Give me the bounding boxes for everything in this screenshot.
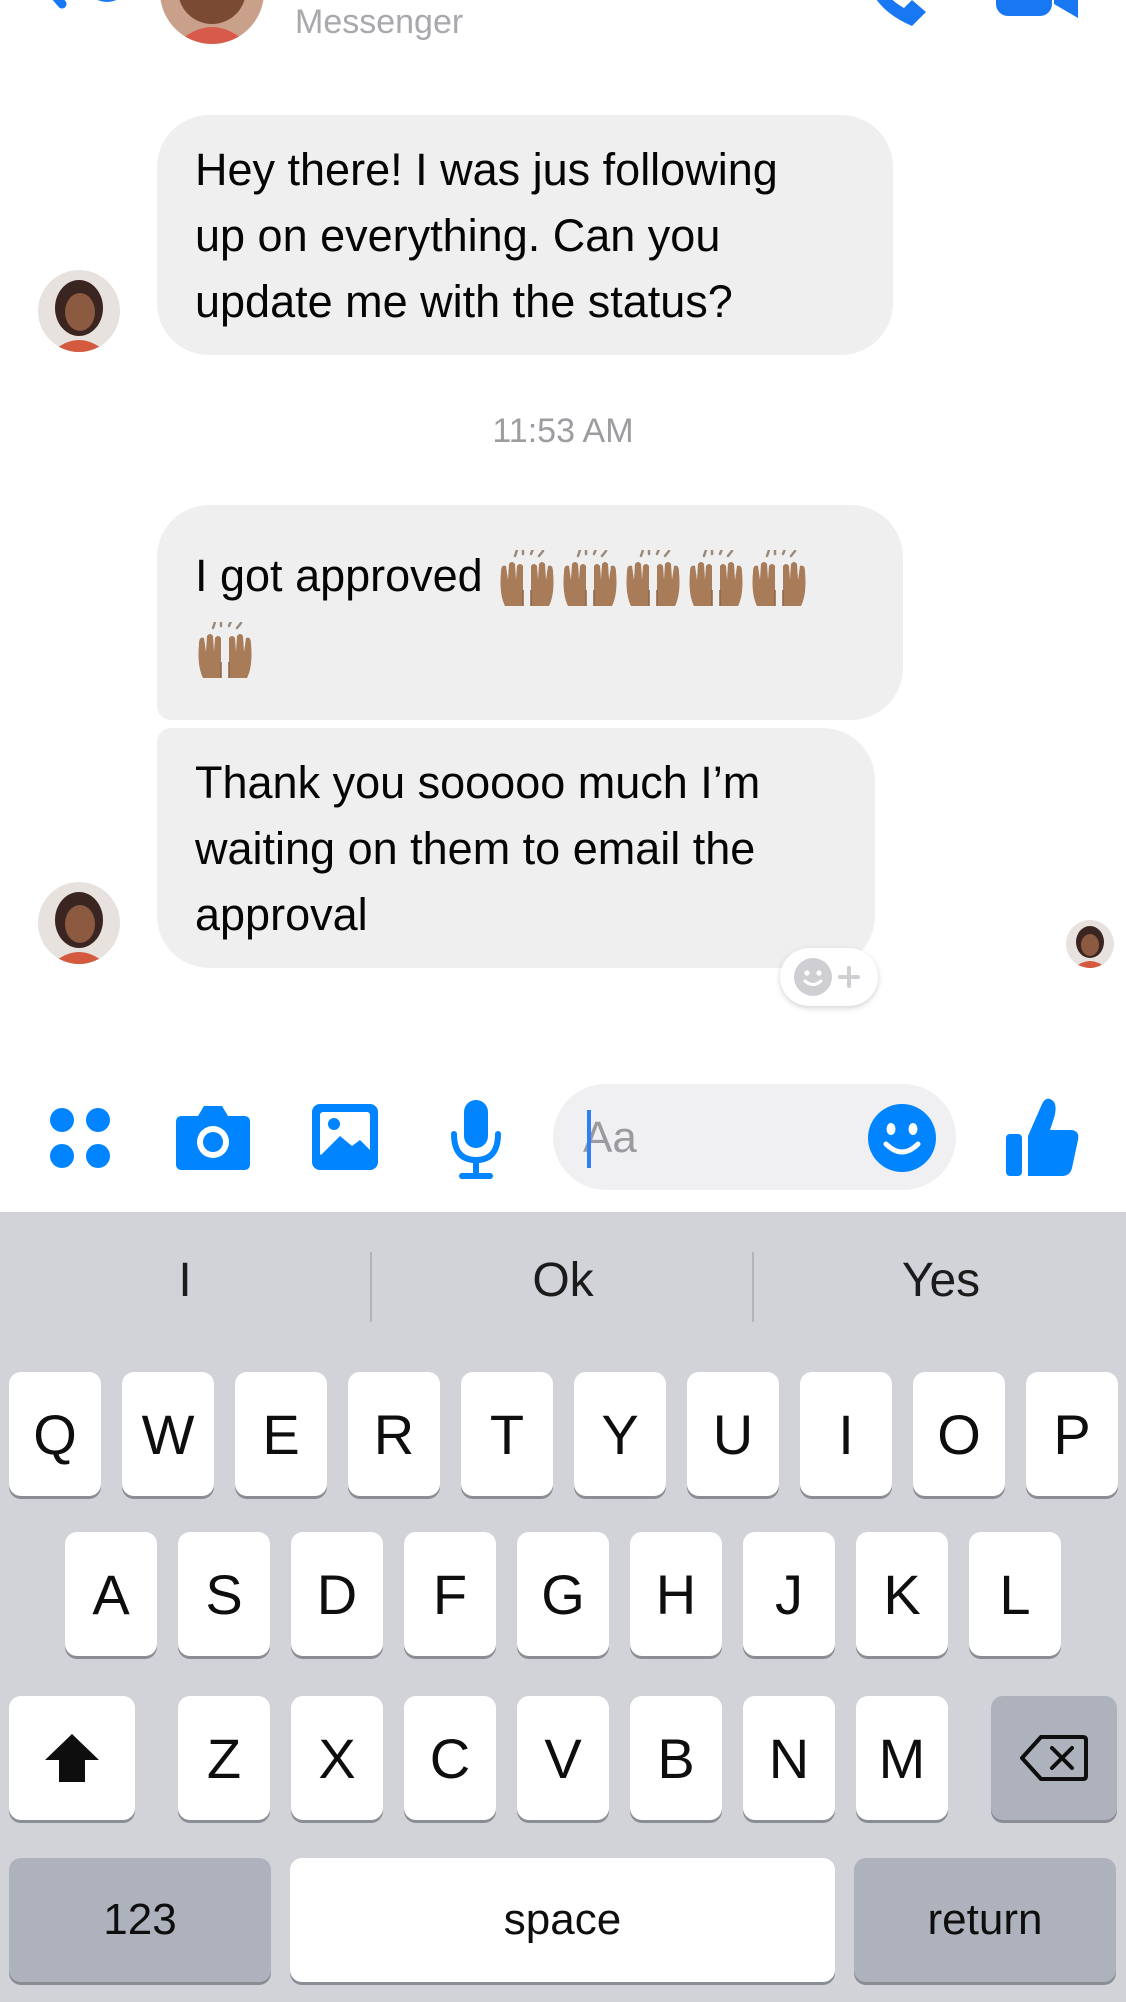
- raising-hands-emoji: [623, 543, 683, 609]
- key-v[interactable]: V: [517, 1696, 609, 1820]
- key-f[interactable]: F: [404, 1532, 496, 1656]
- key-r[interactable]: R: [348, 1372, 440, 1496]
- key-x[interactable]: X: [291, 1696, 383, 1820]
- contact-avatar[interactable]: [38, 270, 120, 352]
- raising-hands-emoji-group: [195, 615, 809, 681]
- key-d[interactable]: D: [291, 1532, 383, 1656]
- add-reaction-button[interactable]: [780, 948, 878, 1006]
- key-i[interactable]: I: [800, 1372, 892, 1496]
- emoji-icon[interactable]: [866, 1102, 938, 1174]
- raising-hands-emoji: [560, 543, 620, 609]
- key-z[interactable]: Z: [178, 1696, 270, 1820]
- predictive-suggestions: I Ok Yes: [0, 1230, 1126, 1330]
- message-text: Hey there! I was jus following up on eve…: [195, 144, 778, 327]
- raising-hands-emoji: [195, 615, 255, 681]
- key-l[interactable]: L: [969, 1532, 1061, 1656]
- raising-hands-emoji: [749, 543, 809, 609]
- key-n[interactable]: N: [743, 1696, 835, 1820]
- key-t[interactable]: T: [461, 1372, 553, 1496]
- suggestion-divider: [752, 1252, 754, 1322]
- message-composer: [0, 1070, 1126, 1212]
- phone-icon[interactable]: [860, 0, 930, 30]
- message-bubble[interactable]: Thank you sooooo much I’m waiting on the…: [157, 728, 875, 968]
- key-m[interactable]: M: [856, 1696, 948, 1820]
- apps-grid-icon[interactable]: [48, 1106, 112, 1175]
- suggestion-item[interactable]: I: [0, 1230, 370, 1330]
- contact-avatar[interactable]: [38, 882, 120, 964]
- shift-key[interactable]: [9, 1696, 135, 1820]
- message-text: I got approved: [195, 543, 809, 681]
- message-bubble[interactable]: I got approved: [157, 505, 903, 720]
- raising-hands-emoji: [497, 543, 557, 609]
- key-k[interactable]: K: [856, 1532, 948, 1656]
- raising-hands-emoji: [686, 543, 746, 609]
- suggestion-divider: [370, 1252, 372, 1322]
- key-y[interactable]: Y: [574, 1372, 666, 1496]
- thumbs-up-icon[interactable]: [1004, 1096, 1080, 1178]
- seen-receipt-avatar: [1066, 920, 1114, 968]
- back-arrow-icon[interactable]: [22, 0, 132, 26]
- key-o[interactable]: O: [913, 1372, 1005, 1496]
- key-c[interactable]: C: [404, 1696, 496, 1820]
- return-key[interactable]: return: [854, 1858, 1116, 1982]
- add-reaction-icon: [794, 958, 860, 996]
- key-w[interactable]: W: [122, 1372, 214, 1496]
- key-e[interactable]: E: [235, 1372, 327, 1496]
- shift-arrow-icon: [45, 1734, 99, 1782]
- key-b[interactable]: B: [630, 1696, 722, 1820]
- key-p[interactable]: P: [1026, 1372, 1118, 1496]
- key-a[interactable]: A: [65, 1532, 157, 1656]
- video-camera-icon[interactable]: [992, 0, 1082, 22]
- ios-keyboard: I Ok Yes Q W E R T Y U I O P A S D F G H…: [0, 1212, 1126, 2002]
- backspace-icon: [1020, 1735, 1088, 1781]
- message-input[interactable]: [583, 1110, 843, 1166]
- suggestion-item[interactable]: Ok: [374, 1230, 752, 1330]
- space-key[interactable]: space: [290, 1858, 835, 1982]
- key-j[interactable]: J: [743, 1532, 835, 1656]
- message-input-container[interactable]: [553, 1084, 956, 1190]
- conversation-header: Messenger: [0, 0, 1126, 62]
- key-s[interactable]: S: [178, 1532, 270, 1656]
- text-cursor: [587, 1110, 591, 1168]
- contact-avatar[interactable]: [160, 0, 264, 44]
- key-q[interactable]: Q: [9, 1372, 101, 1496]
- key-u[interactable]: U: [687, 1372, 779, 1496]
- header-subtitle: Messenger: [295, 3, 464, 41]
- suggestion-item[interactable]: Yes: [756, 1230, 1126, 1330]
- raising-hands-emoji-group: [497, 543, 809, 609]
- camera-icon[interactable]: [174, 1102, 252, 1177]
- numbers-key[interactable]: 123: [9, 1858, 271, 1982]
- gallery-icon[interactable]: [310, 1102, 380, 1177]
- microphone-icon[interactable]: [448, 1098, 504, 1185]
- message-text: Thank you sooooo much I’m waiting on the…: [195, 757, 761, 940]
- message-timestamp: 11:53 AM: [492, 412, 634, 450]
- key-g[interactable]: G: [517, 1532, 609, 1656]
- message-bubble[interactable]: Hey there! I was jus following up on eve…: [157, 115, 893, 355]
- key-h[interactable]: H: [630, 1532, 722, 1656]
- delete-key[interactable]: [991, 1696, 1117, 1820]
